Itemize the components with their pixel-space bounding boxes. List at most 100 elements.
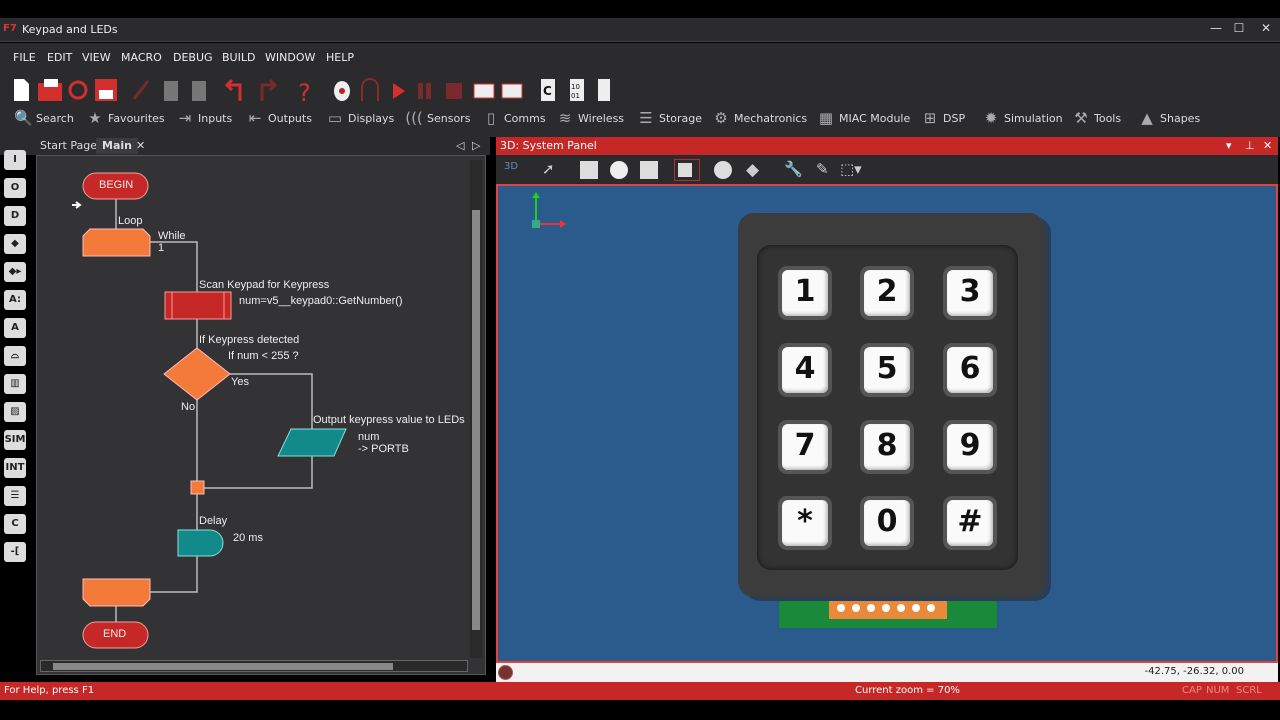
help-hint: For Help, press F1 [4, 685, 95, 696]
keypad-pcb [779, 595, 997, 628]
call-label: Scan Keypad for Keypress [199, 279, 330, 291]
shapes-icon: ▲ [1141, 109, 1153, 127]
keypad-key[interactable]: 7 [778, 420, 832, 474]
maximize-button[interactable]: ☐ [1228, 21, 1250, 39]
yes-label: Yes [231, 376, 249, 388]
category-label: MIAC Module [839, 111, 911, 125]
category-label: Wireless [578, 111, 625, 125]
keypad-key[interactable]: 9 [943, 420, 997, 474]
compile-hex-icon: 1001 [570, 79, 584, 101]
category-label: Simulation [1004, 111, 1063, 125]
end-label: END [103, 628, 127, 640]
program-chip-icon [598, 79, 610, 101]
keypad-key[interactable]: 0 [860, 496, 914, 550]
system-panel-header: 3D: System Panel ▾ ⊥ ✕ [496, 137, 1278, 155]
num-lock-indicator: NUM [1206, 685, 1230, 696]
axis-gizmo-icon [532, 192, 566, 228]
category-storage[interactable]: ☰ Storage [637, 105, 702, 131]
keypad-key[interactable]: 5 [860, 343, 914, 397]
delay-label: Delay [199, 515, 228, 527]
symbol-14-icon[interactable]: -[ [4, 542, 26, 562]
paint-icon[interactable]: ✎ [816, 160, 829, 178]
category-comms[interactable]: ▯ Comms [482, 105, 546, 131]
output-variable: num [358, 431, 380, 443]
keypad-connector [829, 597, 947, 619]
pointer-icon[interactable]: ➚ [542, 160, 555, 178]
miac-module-icon: ▦ [818, 109, 834, 127]
rotate-icon[interactable] [610, 161, 628, 179]
category-simulation[interactable]: ✹ Simulation [982, 105, 1063, 131]
keypad-key-label: * [782, 500, 828, 546]
status-bar: For Help, press F1 Current zoom = 70% CA… [0, 682, 1280, 700]
minimize-button[interactable]: — [1205, 21, 1227, 39]
category-shapes[interactable]: ▲ Shapes [1138, 105, 1200, 131]
category-tools[interactable]: ⚒ Tools [1072, 105, 1121, 131]
keypad-key-label: 2 [864, 270, 910, 316]
category-dsp[interactable]: ⊞ DSP [921, 105, 965, 131]
step-over-icon [501, 83, 523, 99]
3d-mode-button[interactable]: 3D [504, 161, 518, 172]
keypad-key[interactable]: 4 [778, 343, 832, 397]
pan-icon[interactable] [580, 161, 598, 179]
keypad-key[interactable]: * [778, 496, 832, 550]
vertical-scroll-thumb[interactable] [472, 210, 480, 630]
cube-icon[interactable]: ◆ [746, 160, 759, 180]
keypad-key-label: 5 [864, 347, 910, 393]
panel-menu-icon[interactable]: ▾ [1226, 139, 1232, 152]
system-panel-status: -42.75, -26.32, 0.00 [496, 663, 1278, 682]
keypad-key[interactable]: 3 [943, 266, 997, 320]
horizontal-scroll-thumb[interactable] [53, 663, 393, 670]
keypad-key-label: # [947, 500, 993, 546]
keypad-body: 1 2 3 4 5 6 7 8 9 * 0 # [738, 213, 1045, 597]
keypad-key-label: 1 [782, 270, 828, 316]
simulation-icon: ✹ [984, 109, 998, 127]
output-port: -> PORTB [358, 443, 409, 455]
keypad-key[interactable]: 1 [778, 266, 832, 320]
wireframe-box-icon[interactable]: ⬚▾ [840, 160, 862, 178]
category-label: DSP [943, 111, 966, 125]
output-label: Output keypress value to LEDs [313, 414, 465, 426]
wrench-icon[interactable]: 🔧 [784, 160, 803, 178]
category-miac-module[interactable]: ▦ MIAC Module [817, 105, 910, 131]
category-wireless[interactable]: ≋ Wireless [556, 105, 624, 131]
system-panel-toolbar: 3D ➚ ◆ 🔧 ✎ ⬚▾ [496, 155, 1278, 185]
mechatronics-icon: ⚙ [714, 109, 728, 127]
help-circle-icon[interactable] [498, 665, 513, 680]
category-mechatronics[interactable]: ⚙ Mechatronics [712, 105, 807, 131]
svg-text:01: 01 [571, 92, 580, 100]
tools-icon: ⚒ [1074, 109, 1088, 127]
scroll-lock-indicator: SCRL [1236, 685, 1262, 696]
close-window-button[interactable]: ✕ [1255, 21, 1277, 39]
zoom-icon[interactable] [640, 161, 658, 179]
wireless-icon: ≋ [558, 109, 572, 127]
while-label: While [158, 230, 186, 242]
loop-label: Loop [118, 215, 143, 227]
keypad-key-label: 9 [947, 424, 993, 470]
delay-value: 20 ms [233, 532, 263, 544]
close-panel-icon[interactable]: ✕ [1263, 139, 1272, 152]
camera-view-icon[interactable] [674, 159, 700, 181]
keypad-key[interactable]: 6 [943, 343, 997, 397]
vertical-scrollbar[interactable] [470, 160, 482, 658]
keypad-key-label: 6 [947, 347, 993, 393]
3d-canvas[interactable]: 1 2 3 4 5 6 7 8 9 * 0 # [496, 184, 1278, 663]
keypad-key[interactable]: 2 [860, 266, 914, 320]
storage-icon: ☰ [639, 109, 653, 127]
flowchart-shapes [0, 0, 490, 520]
keypad-key-label: 0 [864, 500, 910, 546]
horizontal-scrollbar[interactable] [40, 660, 468, 672]
zoom-status: Current zoom = 70% [855, 685, 960, 696]
keypad-key-label: 4 [782, 347, 828, 393]
keypad-key-label: 8 [864, 424, 910, 470]
decision-label: If Keypress detected [199, 334, 300, 346]
keypad-key[interactable]: # [943, 496, 997, 550]
no-label: No [181, 401, 196, 413]
keypad-key[interactable]: 8 [860, 420, 914, 474]
while-condition: 1 [158, 242, 165, 254]
pin-icon[interactable]: ⊥ [1245, 139, 1255, 152]
category-label: Shapes [1160, 111, 1201, 125]
caps-lock-indicator: CAP [1182, 685, 1202, 696]
compile-c-icon: C [541, 79, 555, 101]
sphere-icon[interactable] [714, 161, 732, 179]
decision-expression: If num < 255 ? [228, 350, 299, 362]
